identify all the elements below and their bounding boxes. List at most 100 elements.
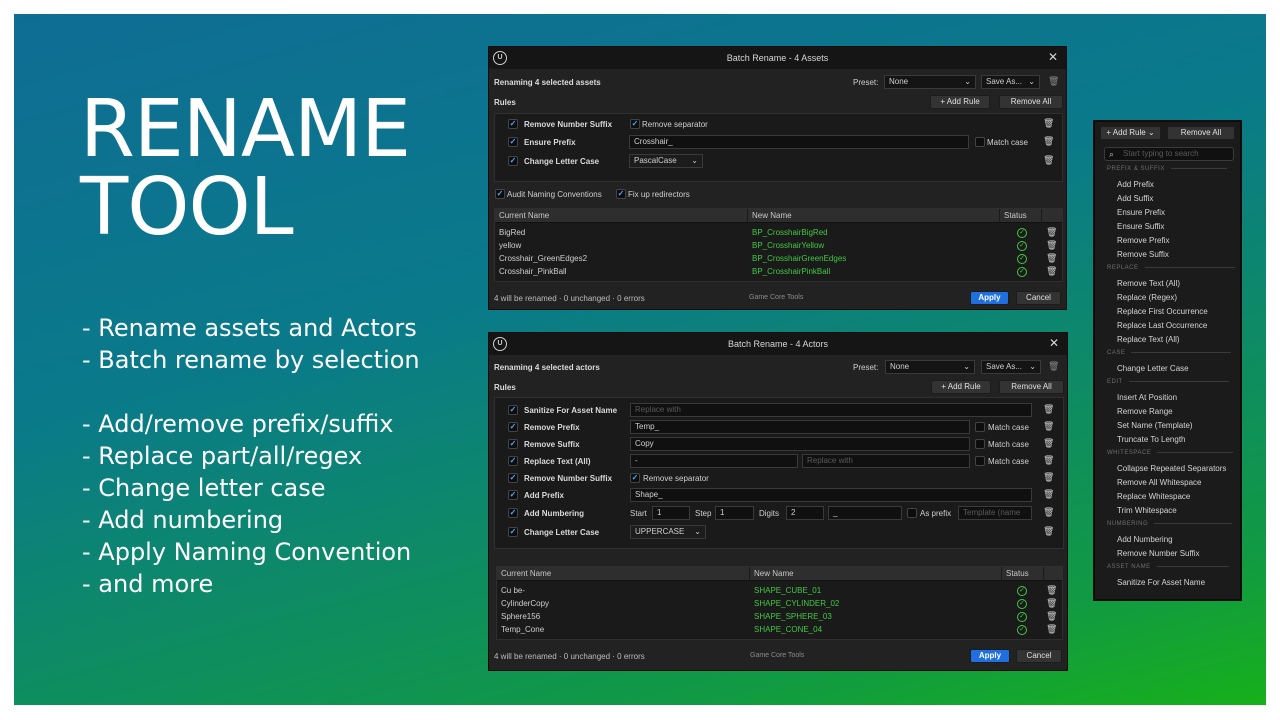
trash-icon[interactable]: 🗑 [1043,118,1054,129]
menu-item-trim-whitespace[interactable]: Trim Whitespace [1117,506,1177,515]
trash-icon[interactable]: 🗑 [1046,226,1057,239]
table-row[interactable]: CylinderCopy SHAPE_CYLINDER_02 ✓ 🗑 [501,597,1059,610]
column-header[interactable]: Status [1002,567,1044,581]
trash-icon[interactable]: 🗑 [1043,455,1054,466]
apply-button[interactable]: Apply [970,291,1009,305]
menu-item-replace-last[interactable]: Replace Last Occurrence [1117,321,1207,330]
trash-icon[interactable]: 🗑 [1043,404,1054,415]
trash-icon[interactable]: 🗑 [1043,155,1054,166]
replace-with-input[interactable]: Replace with [630,403,1032,417]
add-rule-button[interactable]: + Add Rule [930,95,990,109]
remove-all-button[interactable]: Remove All [1167,126,1235,140]
letter-case-dropdown[interactable]: UPPERCASE ⌄ [630,525,706,539]
table-row[interactable]: Temp_Cone SHAPE_CONE_04 ✓ 🗑 [501,623,1059,636]
column-header[interactable]: New Name [750,567,1002,581]
rule-enabled-checkbox[interactable]: ✓ [508,490,518,500]
rule-enabled-checkbox[interactable]: ✓ [508,439,518,449]
separator-input[interactable]: _ [828,506,902,520]
table-row[interactable]: Cu be- SHAPE_CUBE_01 ✓ 🗑 [501,584,1059,597]
as-prefix-checkbox[interactable] [907,508,917,518]
trash-icon[interactable]: 🗑 [1043,136,1054,147]
prefix-input[interactable]: Crosshair_ [629,135,969,149]
menu-item-truncate-to-length[interactable]: Truncate To Length [1117,435,1186,444]
trash-icon[interactable]: 🗑 [1043,489,1054,500]
column-header[interactable]: Current Name [495,209,748,223]
menu-item-remove-all-whitespace[interactable]: Remove All Whitespace [1117,478,1201,487]
trash-icon[interactable]: 🗑 [1046,265,1057,278]
step-input[interactable]: 1 [715,506,754,520]
rule-enabled-checkbox[interactable]: ✓ [508,456,518,466]
preset-dropdown[interactable]: None ⌄ [884,75,976,89]
search-input[interactable]: Start typing to search [1104,147,1234,161]
menu-item-remove-number-suffix[interactable]: Remove Number Suffix [1117,549,1200,558]
fix-redirectors-checkbox[interactable]: ✓ [616,189,626,199]
trash-icon[interactable]: 🗑 [1046,584,1057,597]
trash-icon[interactable]: 🗑 [1043,438,1054,449]
remove-all-button[interactable]: Remove All [999,380,1064,394]
menu-item-collapse-separators[interactable]: Collapse Repeated Separators [1117,464,1226,473]
menu-item-replace-text-all[interactable]: Replace Text (All) [1117,335,1180,344]
add-rule-button[interactable]: + Add Rule [931,380,991,394]
letter-case-dropdown[interactable]: PascalCase ⌄ [629,154,703,168]
menu-item-remove-range[interactable]: Remove Range [1117,407,1173,416]
cancel-button[interactable]: Cancel [1016,649,1062,663]
rule-enabled-checkbox[interactable]: ✓ [508,508,518,518]
trash-icon[interactable]: 🗑 [1046,597,1057,610]
save-as-dropdown[interactable]: Save As... ⌄ [981,75,1040,89]
match-case-checkbox[interactable] [975,422,985,432]
close-icon[interactable]: ✕ [1048,47,1058,67]
menu-item-replace-regex[interactable]: Replace (Regex) [1117,293,1177,302]
menu-item-remove-prefix[interactable]: Remove Prefix [1117,236,1169,245]
replace-with-input[interactable]: Replace with [802,454,970,468]
trash-icon[interactable]: 🗑 [1043,472,1054,483]
menu-item-ensure-prefix[interactable]: Ensure Prefix [1117,208,1165,217]
match-case-checkbox[interactable] [975,137,985,147]
trash-icon[interactable]: 🗑 [1046,239,1057,252]
add-rule-button[interactable]: + Add Rule ⌄ [1100,126,1161,140]
template-input[interactable]: Template (name [958,506,1032,520]
rule-enabled-checkbox[interactable]: ✓ [508,119,518,129]
rule-enabled-checkbox[interactable]: ✓ [508,156,518,166]
table-row[interactable]: Sphere156 SHAPE_SPHERE_03 ✓ 🗑 [501,610,1059,623]
prefix-input[interactable]: Temp_ [630,420,970,434]
apply-button[interactable]: Apply [970,649,1010,663]
menu-item-remove-text-all[interactable]: Remove Text (All) [1117,279,1180,288]
audit-conventions-checkbox[interactable]: ✓ [495,189,505,199]
table-row[interactable]: Crosshair_PinkBall BP_CrosshairPinkBall ✓ 🗑 [499,265,1059,278]
table-row[interactable]: Crosshair_GreenEdges2 BP_CrosshairGreenEd… [499,252,1059,265]
column-header[interactable]: Current Name [497,567,750,581]
menu-item-set-name-template[interactable]: Set Name (Template) [1117,421,1193,430]
table-row[interactable]: BigRed BP_CrosshairBigRed ✓ 🗑 [499,226,1059,239]
menu-item-change-letter-case[interactable]: Change Letter Case [1117,364,1189,373]
menu-item-replace-whitespace[interactable]: Replace Whitespace [1117,492,1190,501]
menu-item-insert-at-position[interactable]: Insert At Position [1117,393,1177,402]
column-header[interactable]: New Name [748,209,1000,223]
rule-enabled-checkbox[interactable]: ✓ [508,422,518,432]
rule-enabled-checkbox[interactable]: ✓ [508,137,518,147]
remove-separator-checkbox[interactable]: ✓ [630,473,640,483]
menu-item-sanitize-asset-name[interactable]: Sanitize For Asset Name [1117,578,1205,587]
trash-icon[interactable]: 🗑 [1043,526,1054,537]
preset-dropdown[interactable]: None ⌄ [885,360,975,374]
trash-icon[interactable]: 🗑 [1046,623,1057,636]
column-header[interactable]: Status [1000,209,1042,223]
save-as-dropdown[interactable]: Save As... ⌄ [981,360,1041,374]
menu-item-remove-suffix[interactable]: Remove Suffix [1117,250,1169,259]
table-row[interactable]: yellow BP_CrosshairYellow ✓ 🗑 [499,239,1059,252]
trash-icon[interactable]: 🗑 [1043,421,1054,432]
menu-item-add-numbering[interactable]: Add Numbering [1117,535,1173,544]
cancel-button[interactable]: Cancel [1016,291,1061,305]
trash-icon[interactable]: 🗑 [1046,252,1057,265]
rule-enabled-checkbox[interactable]: ✓ [508,527,518,537]
rule-enabled-checkbox[interactable]: ✓ [508,473,518,483]
close-icon[interactable]: ✕ [1049,333,1059,353]
prefix-input[interactable]: Shape_ [630,488,1032,502]
menu-item-add-suffix[interactable]: Add Suffix [1117,194,1153,203]
menu-item-add-prefix[interactable]: Add Prefix [1117,180,1154,189]
digits-input[interactable]: 2 [786,506,824,520]
menu-item-ensure-suffix[interactable]: Ensure Suffix [1117,222,1164,231]
menu-item-replace-first[interactable]: Replace First Occurrence [1117,307,1208,316]
remove-separator-checkbox[interactable]: ✓ [630,119,640,129]
match-case-checkbox[interactable] [975,439,985,449]
suffix-input[interactable]: Copy [630,437,970,451]
